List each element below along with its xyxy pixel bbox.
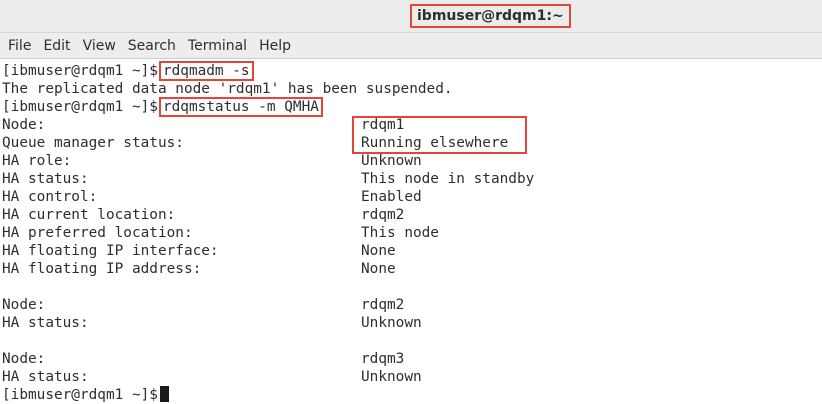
status-label: HA control: [2,189,98,205]
menu-terminal[interactable]: Terminal [182,33,253,59]
menu-search[interactable]: Search [122,33,182,59]
status-value: This node in standby [361,171,535,187]
prompt: [ibmuser@rdqm1 ~]$ [2,387,158,403]
menu-help[interactable]: Help [253,33,297,59]
menu-view[interactable]: View [77,33,122,59]
command-line: [ibmuser@rdqm1 ~]$ rdqmadm -s [2,61,254,81]
command-line: [ibmuser@rdqm1 ~]$ rdqmstatus -m QMHA [2,97,323,117]
status-value: rdqm2 [361,207,405,223]
status-value: This node [361,225,439,241]
status-label: HA status: [2,315,89,331]
status-value: rdqm3 [361,351,405,367]
status-value: Unknown [361,369,422,385]
command-rdqmadm: rdqmadm -s [158,61,254,81]
status-value: rdqm1 [361,117,405,133]
status-label: HA status: [2,171,89,187]
status-label: HA floating IP address: [2,261,202,277]
status-label: HA role: [2,153,72,169]
status-value: Running elsewhere [361,135,509,151]
command-line: [ibmuser@rdqm1 ~]$ [2,386,169,404]
status-label: Node: [2,351,46,367]
output-line: The replicated data node 'rdqm1' has bee… [2,81,453,97]
window-title: ibmuser@rdqm1:~ [410,4,571,28]
status-label: HA preferred location: [2,225,193,241]
menu-file[interactable]: File [2,33,37,59]
title-bar: ibmuser@rdqm1:~ [0,0,822,33]
terminal-output[interactable]: [ibmuser@rdqm1 ~]$ rdqmadm -s The replica… [0,61,822,404]
status-value: None [361,261,396,277]
status-label: HA status: [2,369,89,385]
status-label: Node: [2,297,46,313]
status-label: HA floating IP interface: [2,243,219,259]
status-label: HA current location: [2,207,176,223]
status-value: Enabled [361,189,422,205]
status-value: None [361,243,396,259]
command-rdqmstatus: rdqmstatus -m QMHA [158,97,323,117]
status-value: Unknown [361,153,422,169]
status-label: Node: [2,117,46,133]
menu-edit[interactable]: Edit [37,33,76,59]
cursor [159,386,169,402]
menu-bar: File Edit View Search Terminal Help [0,33,822,59]
status-value: Unknown [361,315,422,331]
status-label: Queue manager status: [2,135,184,151]
prompt: [ibmuser@rdqm1 ~]$ [2,99,158,115]
status-value: rdqm2 [361,297,405,313]
prompt: [ibmuser@rdqm1 ~]$ [2,63,158,79]
